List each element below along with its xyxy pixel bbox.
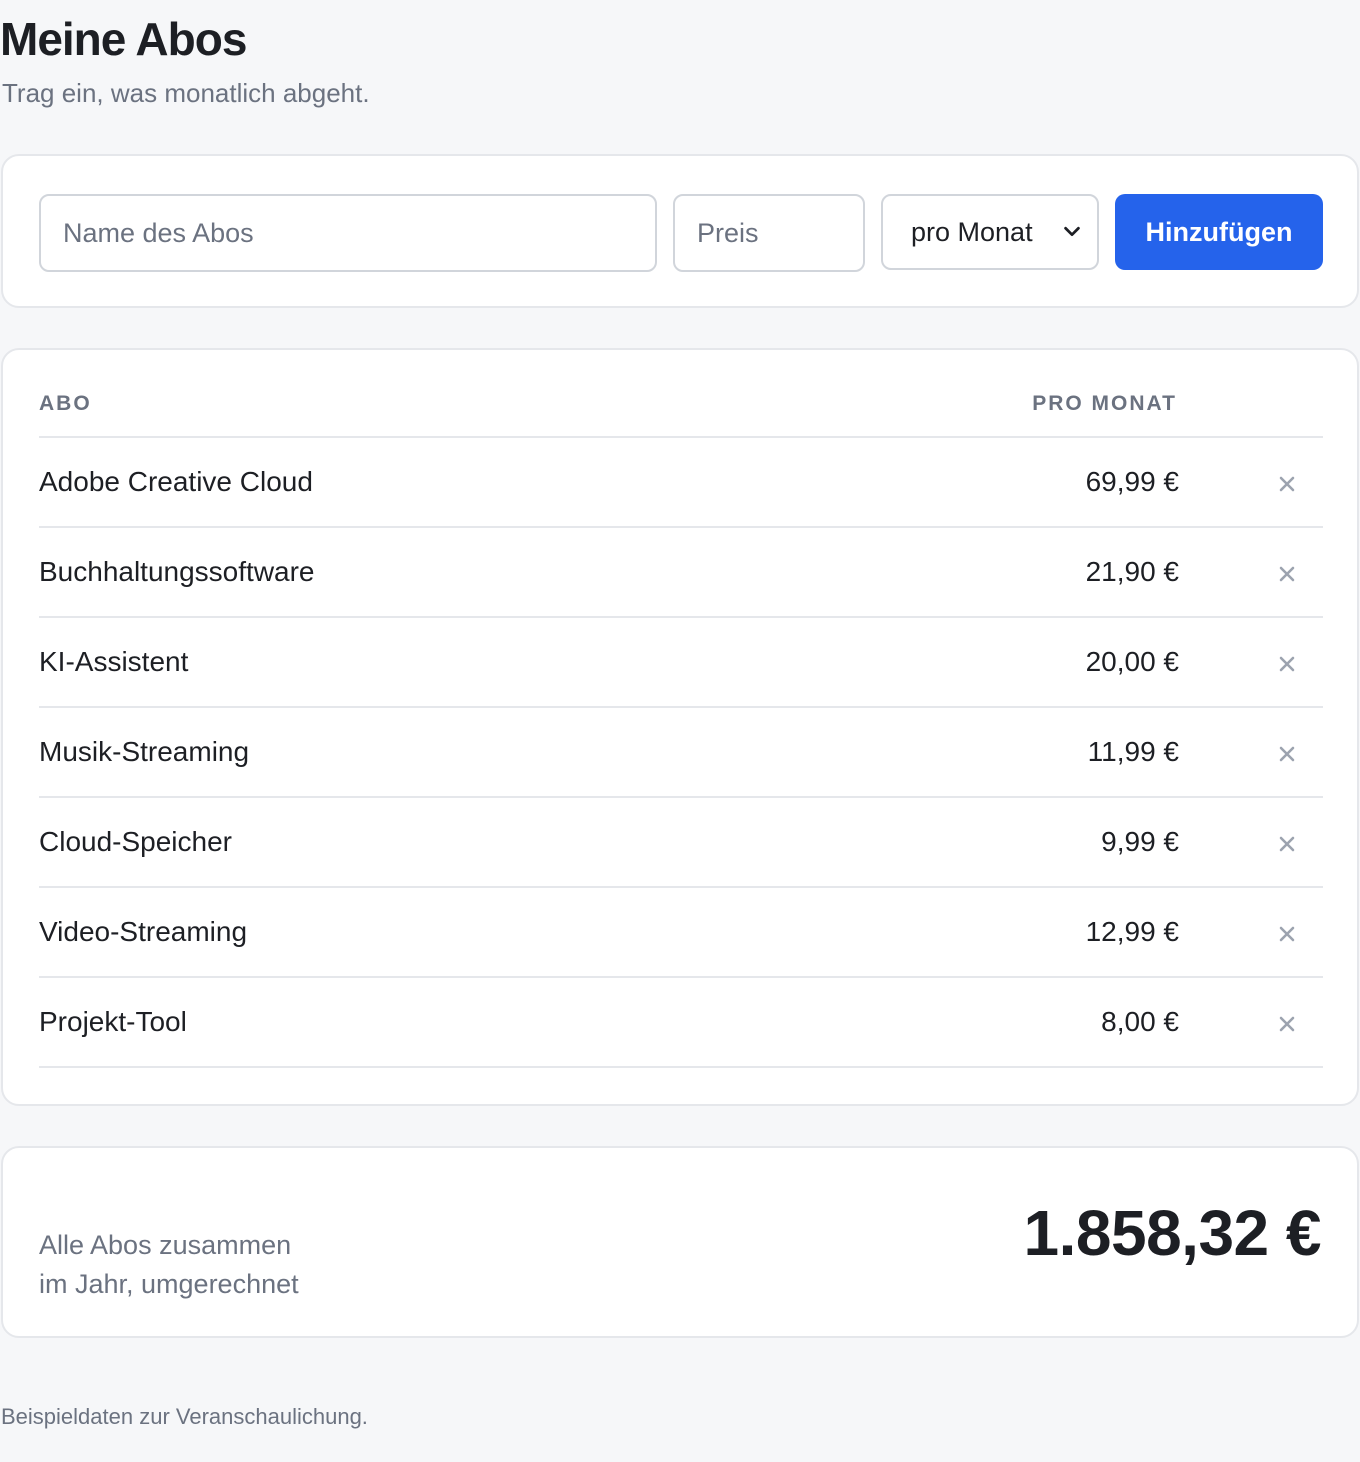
total-label: Alle Abos zusammen im Jahr, umgerechnet bbox=[39, 1226, 299, 1304]
table-row: KI-Assistent 20,00 € bbox=[39, 618, 1323, 708]
total-label-line2: im Jahr, umgerechnet bbox=[39, 1269, 299, 1299]
table-row: Musik-Streaming 11,99 € bbox=[39, 708, 1323, 798]
close-icon[interactable] bbox=[1275, 742, 1299, 766]
subscription-name-input[interactable] bbox=[39, 194, 657, 272]
table-row: Projekt-Tool 8,00 € bbox=[39, 978, 1323, 1068]
subscription-price: 20,00 € bbox=[1085, 646, 1179, 677]
interval-select-value: pro Monat bbox=[911, 216, 1033, 247]
table-row: Video-Streaming 12,99 € bbox=[39, 888, 1323, 978]
price-input[interactable] bbox=[673, 194, 865, 272]
close-icon[interactable] bbox=[1275, 652, 1299, 676]
subscription-name: KI-Assistent bbox=[39, 646, 189, 677]
subscription-name: Musik-Streaming bbox=[39, 736, 250, 767]
column-header-name: ABO bbox=[39, 392, 92, 415]
add-subscription-card: pro Monat Hinzufügen bbox=[1, 154, 1359, 308]
total-value: 1.858,32 € bbox=[1023, 1197, 1322, 1269]
subscription-name: Video-Streaming bbox=[39, 916, 248, 947]
close-icon[interactable] bbox=[1275, 1012, 1299, 1036]
subscription-name: Buchhaltungssoftware bbox=[39, 556, 315, 587]
subscription-price: 11,99 € bbox=[1087, 736, 1179, 767]
table-row: Cloud-Speicher 9,99 € bbox=[39, 798, 1323, 888]
page-title: Meine Abos bbox=[0, 13, 247, 65]
table-row: Adobe Creative Cloud 69,99 € bbox=[39, 438, 1323, 528]
close-icon[interactable] bbox=[1275, 472, 1299, 496]
page-subtitle: Trag ein, was monatlich abgeht. bbox=[2, 78, 370, 108]
total-label-line1: Alle Abos zusammen bbox=[39, 1230, 292, 1260]
subscription-price: 69,99 € bbox=[1085, 466, 1179, 497]
subscription-price: 8,00 € bbox=[1101, 1006, 1179, 1037]
table-row: Buchhaltungssoftware 21,90 € bbox=[39, 528, 1323, 618]
add-button[interactable]: Hinzufügen bbox=[1115, 194, 1323, 270]
subscription-name: Adobe Creative Cloud bbox=[39, 466, 313, 497]
chevron-down-icon bbox=[1064, 226, 1080, 237]
close-icon[interactable] bbox=[1275, 562, 1299, 586]
subscription-price: 12,99 € bbox=[1085, 916, 1179, 947]
subscription-price: 9,99 € bbox=[1101, 826, 1179, 857]
subscription-name: Cloud-Speicher bbox=[39, 826, 232, 857]
total-card: Alle Abos zusammen im Jahr, umgerechnet … bbox=[1, 1146, 1359, 1338]
close-icon[interactable] bbox=[1275, 832, 1299, 856]
page: Meine Abos Trag ein, was monatlich abgeh… bbox=[0, 0, 1360, 1462]
column-header-monthly: PRO MONAT bbox=[1032, 392, 1177, 415]
subscription-list-card: ABO PRO MONAT Adobe Creative Cloud 69,99… bbox=[1, 348, 1359, 1106]
footnote: Beispieldaten zur Veranschaulichung. bbox=[1, 1404, 368, 1429]
interval-select[interactable]: pro Monat bbox=[881, 194, 1099, 270]
subscription-price: 21,90 € bbox=[1085, 556, 1179, 587]
subscription-name: Projekt-Tool bbox=[39, 1006, 187, 1037]
subscription-rows: Adobe Creative Cloud 69,99 € Buchhaltung… bbox=[39, 438, 1323, 1068]
close-icon[interactable] bbox=[1275, 922, 1299, 946]
